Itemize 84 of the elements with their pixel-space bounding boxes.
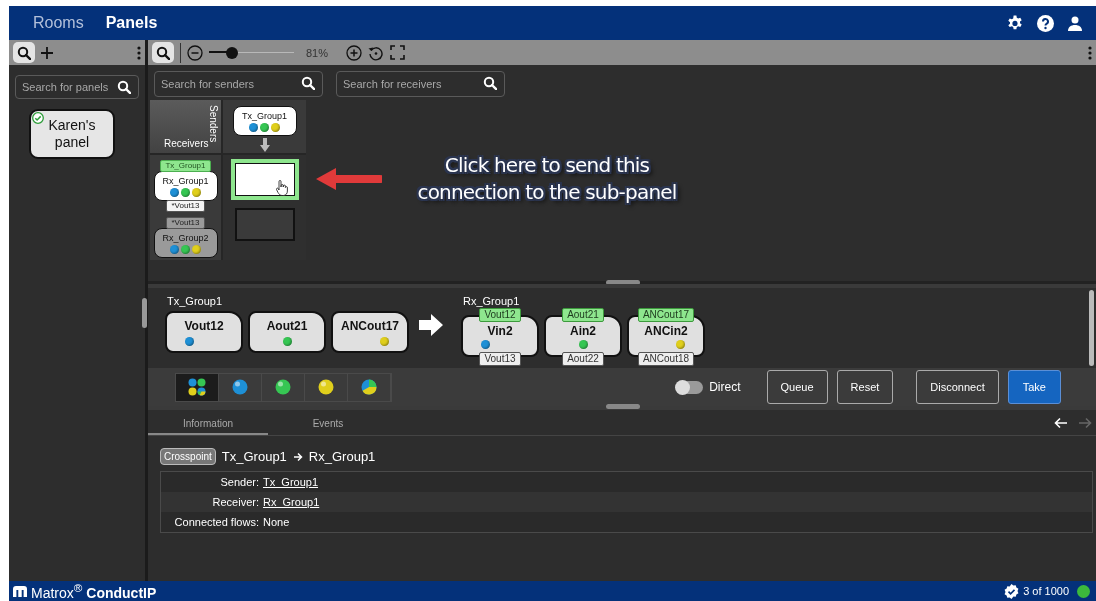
flow-tag: *Vout13: [166, 217, 205, 229]
crosspoint-badge: Crosspoint: [160, 448, 216, 465]
crosspoint-cell[interactable]: [231, 160, 298, 199]
sender-name: Tx_Group1: [221, 449, 287, 464]
nav-tab[interactable]: Panels: [105, 14, 158, 32]
search-icon: [483, 76, 497, 90]
receiver-name: Rx_Group1: [162, 176, 209, 186]
senders-label: Senders: [208, 105, 219, 143]
pie-icon: [360, 378, 378, 396]
detail-label: Sender:: [219, 476, 259, 488]
search-field[interactable]: Search for receivers: [336, 71, 505, 97]
action-button[interactable]: Disconnect: [916, 370, 999, 404]
reset-zoom-icon[interactable]: [368, 44, 385, 61]
fullscreen-icon[interactable]: [390, 45, 406, 60]
flow-card[interactable]: Vout12: [165, 311, 243, 353]
more-icon[interactable]: [1088, 45, 1092, 60]
logo-icon: [13, 585, 27, 597]
receiver-card[interactable]: Rx_Group1: [153, 171, 218, 201]
source-tag: Tx_Group1: [160, 160, 211, 172]
search-button[interactable]: [13, 42, 35, 63]
previous-flow-tag: Vout13: [479, 352, 521, 366]
back-arrow-icon[interactable]: [1054, 416, 1068, 429]
source-tag: Aout21: [562, 308, 604, 322]
sender-card[interactable]: Tx_Group1: [232, 106, 297, 136]
previous-flow-tag: Aout22: [562, 352, 604, 366]
hand-cursor-icon: [275, 180, 288, 196]
source-tag: ANCout17: [637, 308, 695, 322]
detail-label: Connected flows:: [173, 516, 259, 528]
nav-tab[interactable]: Rooms: [33, 14, 84, 32]
previous-flow-tag: ANCout18: [637, 352, 695, 366]
help-icon[interactable]: [1037, 14, 1054, 32]
pointer-arrow: [316, 167, 382, 191]
right-arrow-icon: [292, 451, 303, 462]
filter-button[interactable]: [176, 373, 219, 401]
search-field[interactable]: Search for senders: [154, 71, 323, 97]
panel-card[interactable]: Karen's panel: [29, 109, 115, 159]
info-tab[interactable]: Information: [148, 413, 268, 435]
zoom-in-icon[interactable]: [346, 44, 363, 61]
flow-tag: *Vout13: [166, 200, 205, 212]
zoom-out-icon[interactable]: [187, 44, 203, 61]
receiver-name: Rx_Group2: [162, 233, 209, 243]
detail-label: Receiver:: [211, 496, 259, 508]
sender-group-name: Tx_Group1: [167, 295, 224, 307]
detail-value: None: [263, 516, 290, 528]
ball-icon: [317, 378, 335, 396]
user-icon[interactable]: [1068, 15, 1082, 31]
settings-icon[interactable]: [1007, 15, 1023, 31]
search-field[interactable]: Search for panels: [15, 75, 139, 99]
sender-name: Tx_Group1: [242, 111, 287, 121]
action-button[interactable]: Queue: [766, 370, 828, 404]
resize-handle[interactable]: [606, 280, 640, 285]
search-icon: [301, 76, 315, 90]
count-text: 3 of 1000: [1023, 585, 1069, 597]
receiver-card[interactable]: Rx_Group2: [153, 228, 218, 258]
action-button[interactable]: Reset: [836, 370, 894, 404]
detail-link[interactable]: Rx_Group1: [263, 496, 320, 508]
more-icon[interactable]: [137, 45, 141, 60]
ball-icon: [274, 378, 292, 396]
receiver-group-name: Rx_Group1: [463, 295, 521, 307]
source-tag: Vout12: [479, 308, 521, 322]
add-icon[interactable]: [41, 46, 53, 59]
zoom-slider-thumb[interactable]: [225, 46, 238, 59]
flow-card[interactable]: ANCout17: [331, 311, 409, 353]
flow-card[interactable]: Aout21: [248, 311, 326, 353]
zoom-reading: 81%: [306, 46, 329, 59]
resize-handle[interactable]: [606, 404, 640, 409]
down-arrow-icon: [259, 138, 270, 152]
search-button[interactable]: [152, 42, 174, 63]
right-arrow-icon: [419, 314, 443, 336]
receiver-name: Rx_Group1: [308, 449, 376, 464]
direct-label: Direct: [709, 380, 741, 394]
scrollbar[interactable]: [1089, 290, 1094, 366]
brand-name: Matrox$^{®}$ ConductIP: [31, 581, 157, 601]
detail-link[interactable]: Tx_Group1: [263, 476, 319, 488]
receivers-label: Receivers: [164, 138, 209, 149]
direct-toggle[interactable]: [676, 380, 704, 394]
crosspoint-cell[interactable]: [234, 208, 295, 241]
info-tab[interactable]: Events: [268, 413, 388, 435]
action-button[interactable]: Take: [1007, 370, 1061, 404]
resize-handle[interactable]: [142, 298, 147, 328]
callout-text: Click here to send this connection to the sub-panel: [416, 152, 678, 206]
ball-icon: [231, 378, 249, 396]
balls-icon: [188, 378, 206, 396]
search-icon: [117, 80, 131, 94]
